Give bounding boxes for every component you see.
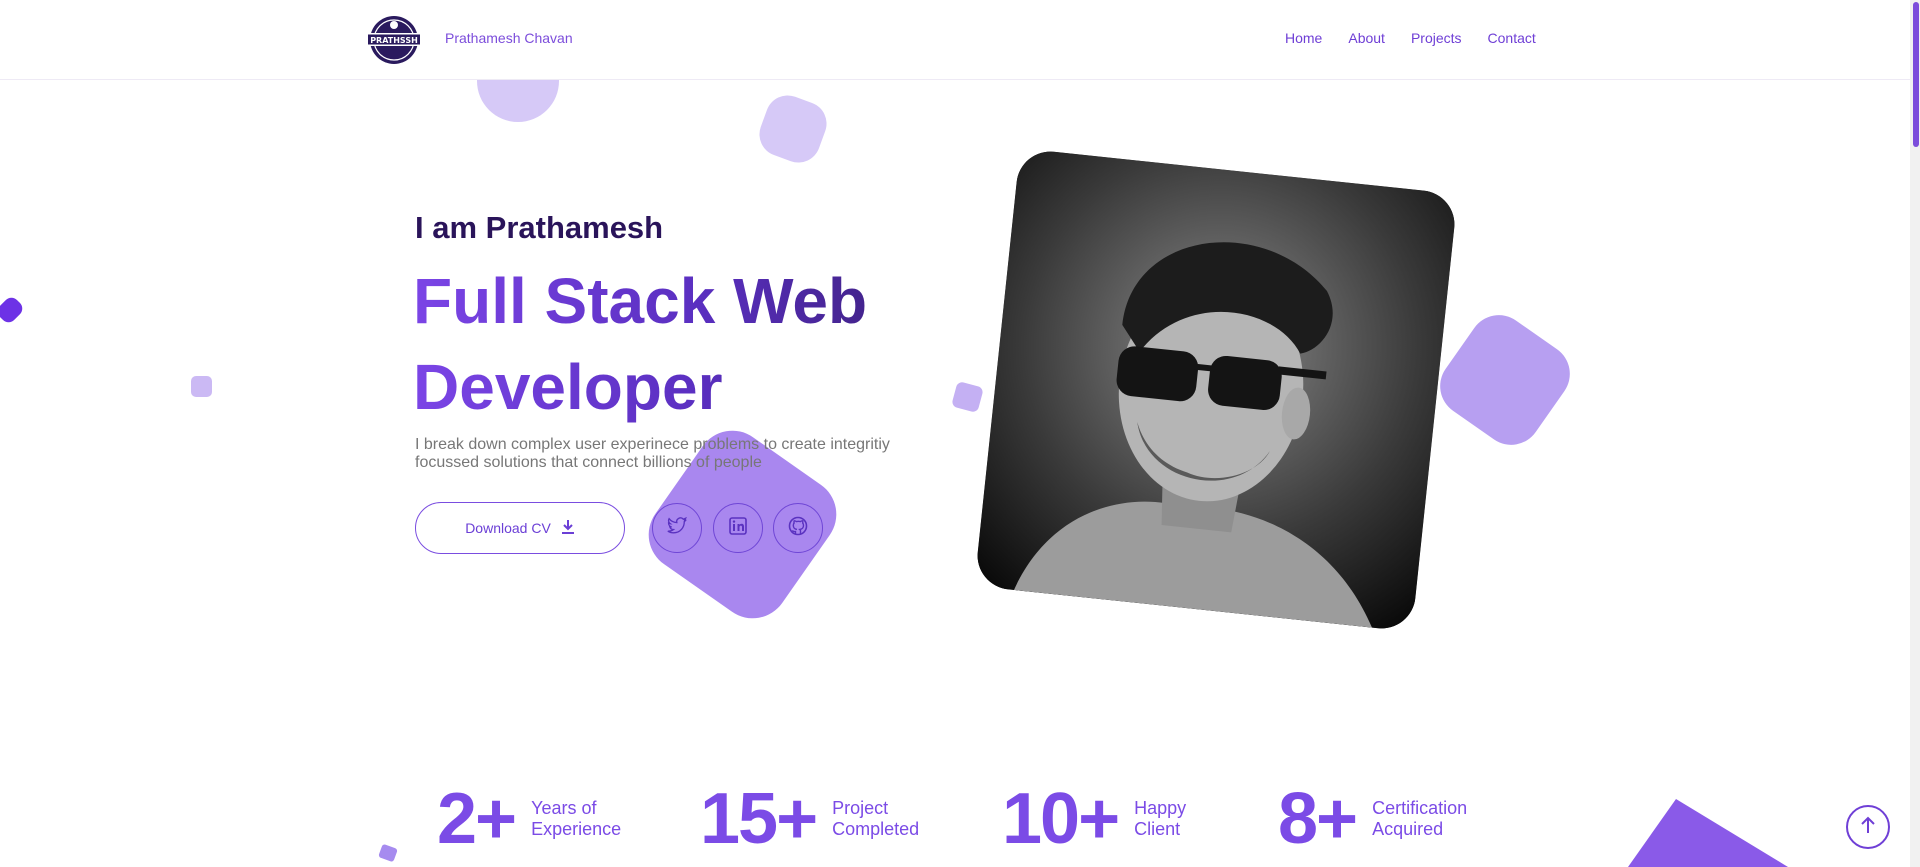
stat-experience: 2+ Years of Experience — [437, 778, 681, 860]
stat-clients: 10+ Happy Client — [1002, 778, 1284, 860]
arrow-up-icon — [1859, 815, 1877, 840]
github-icon — [788, 516, 808, 541]
site-logo[interactable]: PRATHSSH — [364, 14, 424, 66]
nav-contact[interactable]: Contact — [1488, 30, 1536, 46]
stat-projects: 15+ Project Completed — [700, 778, 982, 860]
stat-certifications: 8+ Certification Acquired — [1278, 778, 1522, 860]
brand-name[interactable]: Prathamesh Chavan — [445, 30, 573, 46]
page-scrollbar[interactable] — [1910, 0, 1920, 867]
hero-title-line1: Full Stack Web — [413, 265, 868, 337]
nav-about[interactable]: About — [1348, 30, 1385, 46]
stat-label-line1: Project — [832, 798, 889, 818]
stat-label-line1: Years of — [531, 798, 597, 818]
decor-triangle — [1628, 799, 1788, 867]
stat-label-line1: Happy — [1134, 798, 1187, 818]
twitter-button[interactable] — [652, 503, 702, 553]
nav-home[interactable]: Home — [1285, 30, 1322, 46]
scroll-to-top-button[interactable] — [1846, 805, 1890, 849]
decor-blob — [0, 294, 26, 326]
main-nav: Home About Projects Contact — [1285, 30, 1562, 46]
site-header: PRATHSSH Prathamesh Chavan Home About Pr… — [0, 0, 1910, 80]
stat-label-line2: Client — [1134, 819, 1181, 839]
hero-title-line2: Developer — [413, 351, 723, 423]
stat-label: Project Completed — [832, 798, 982, 840]
profile-photo — [974, 148, 1458, 632]
scroll-thumb[interactable] — [1913, 2, 1919, 147]
nav-projects[interactable]: Projects — [1411, 30, 1462, 46]
decor-blob — [1428, 303, 1582, 457]
github-button[interactable] — [773, 503, 823, 553]
stat-label: Certification Acquired — [1372, 798, 1522, 840]
stat-value: 2+ — [437, 779, 517, 859]
stat-label: Years of Experience — [531, 798, 681, 840]
stat-label-line2: Completed — [832, 819, 920, 839]
twitter-icon — [667, 516, 687, 540]
stat-label-line2: Acquired — [1372, 819, 1444, 839]
download-cv-label: Download CV — [465, 520, 551, 536]
decor-blob — [378, 843, 398, 863]
logo-text: PRATHSSH — [370, 36, 418, 45]
download-icon — [561, 519, 575, 538]
hero-description: I break down complex user experinece pro… — [415, 436, 890, 471]
hero-intro: I am Prathamesh — [415, 210, 664, 245]
decor-blob — [753, 89, 833, 169]
decor-blob — [191, 376, 212, 397]
stat-label: Happy Client — [1134, 798, 1284, 840]
stat-value: 8+ — [1278, 779, 1358, 859]
hero-title: Full Stack Web Developer — [413, 258, 933, 430]
stat-value: 15+ — [700, 779, 818, 859]
stat-label-line1: Certification — [1372, 798, 1468, 818]
linkedin-icon — [729, 516, 747, 540]
linkedin-button[interactable] — [713, 503, 763, 553]
download-cv-button[interactable]: Download CV — [415, 502, 625, 554]
stat-value: 10+ — [1002, 779, 1120, 859]
stat-label-line2: Experience — [531, 819, 622, 839]
decor-blob — [951, 380, 984, 414]
